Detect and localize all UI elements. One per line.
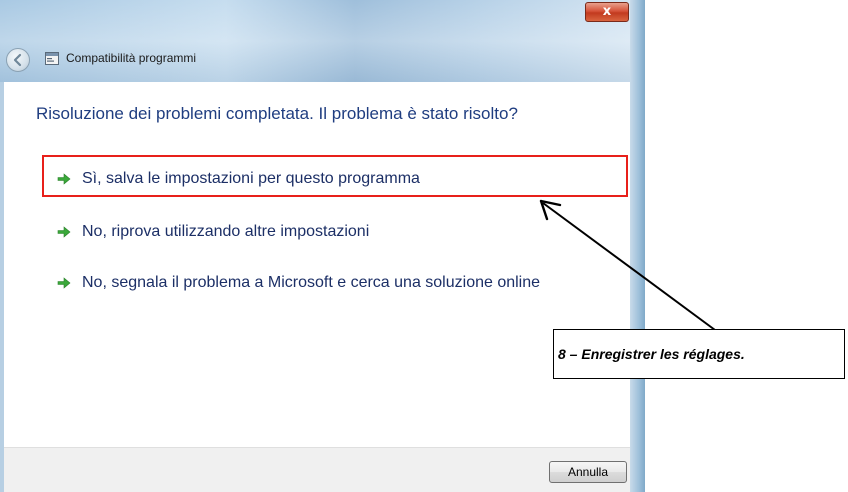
annotation-pointer (539, 199, 716, 331)
annotation-arrow-line (542, 202, 716, 331)
screenshot-stage: x Compatibilità programmi Risoluzione de… (0, 0, 848, 492)
annotation-text: 8 – Enregistrer les réglages. (558, 346, 745, 362)
